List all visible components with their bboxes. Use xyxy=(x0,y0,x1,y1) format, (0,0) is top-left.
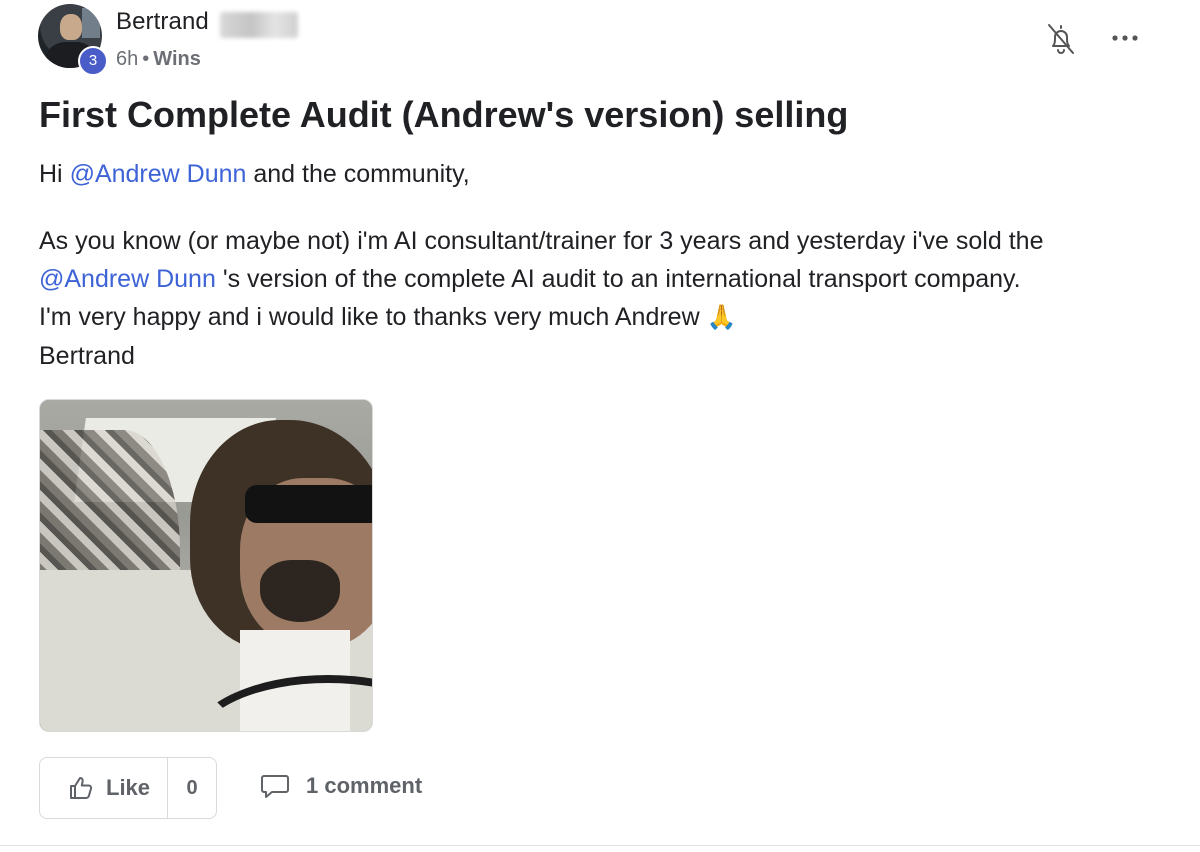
like-control: Like 0 xyxy=(39,757,217,819)
image-sunglasses xyxy=(245,485,372,523)
post-body: As you know (or maybe not) i'm AI consul… xyxy=(39,222,1119,375)
body-line-3: I'm very happy and i would like to thank… xyxy=(39,298,1119,337)
redacted-surname xyxy=(220,12,298,38)
body-line-3-text: I'm very happy and i would like to thank… xyxy=(39,303,700,331)
more-horizontal-icon[interactable] xyxy=(1108,28,1142,48)
image-beard xyxy=(260,560,340,622)
avatar-background xyxy=(82,8,100,38)
avatar-face xyxy=(60,14,82,40)
post-attachment-image[interactable] xyxy=(39,399,373,732)
post-greeting: Hi @Andrew Dunn and the community, xyxy=(39,160,470,189)
comment-count-label: 1 comment xyxy=(306,773,423,798)
post-signature: Bertrand xyxy=(39,342,135,370)
level-badge: 3 xyxy=(78,46,108,76)
post-card: 3 Bertrand 6h • Wins First Complete Audit … xyxy=(0,0,1200,852)
body-line-2: @Andrew Dunn 's version of the complete … xyxy=(39,260,1119,298)
post-category[interactable]: Wins xyxy=(153,48,201,70)
greeting-suffix: and the community, xyxy=(253,160,470,188)
mention-link[interactable]: @Andrew Dunn xyxy=(39,265,216,293)
greeting-prefix: Hi xyxy=(39,160,63,188)
body-line-1: As you know (or maybe not) i'm AI consul… xyxy=(39,227,1044,255)
like-button[interactable]: Like xyxy=(40,758,168,818)
post-meta: 6h • Wins xyxy=(116,48,201,71)
like-label: Like xyxy=(106,775,151,800)
body-line-2-text: 's version of the complete AI audit to a… xyxy=(222,265,1021,293)
divider xyxy=(0,845,1200,846)
comment-icon xyxy=(261,775,289,798)
post-time: 6h xyxy=(116,48,139,70)
pray-emoji-icon: 🙏 xyxy=(706,304,737,331)
like-count[interactable]: 0 xyxy=(168,777,216,800)
bell-off-icon[interactable] xyxy=(1046,22,1076,56)
meta-separator: • xyxy=(142,48,150,70)
mention-link[interactable]: @Andrew Dunn xyxy=(70,160,247,188)
comment-button[interactable]: 1 comment xyxy=(260,772,422,800)
post-title: First Complete Audit (Andrew's version) … xyxy=(39,94,849,135)
author-avatar-wrapper[interactable]: 3 xyxy=(38,4,108,76)
author-name[interactable]: Bertrand xyxy=(116,8,209,36)
thumbs-up-icon xyxy=(70,777,93,799)
